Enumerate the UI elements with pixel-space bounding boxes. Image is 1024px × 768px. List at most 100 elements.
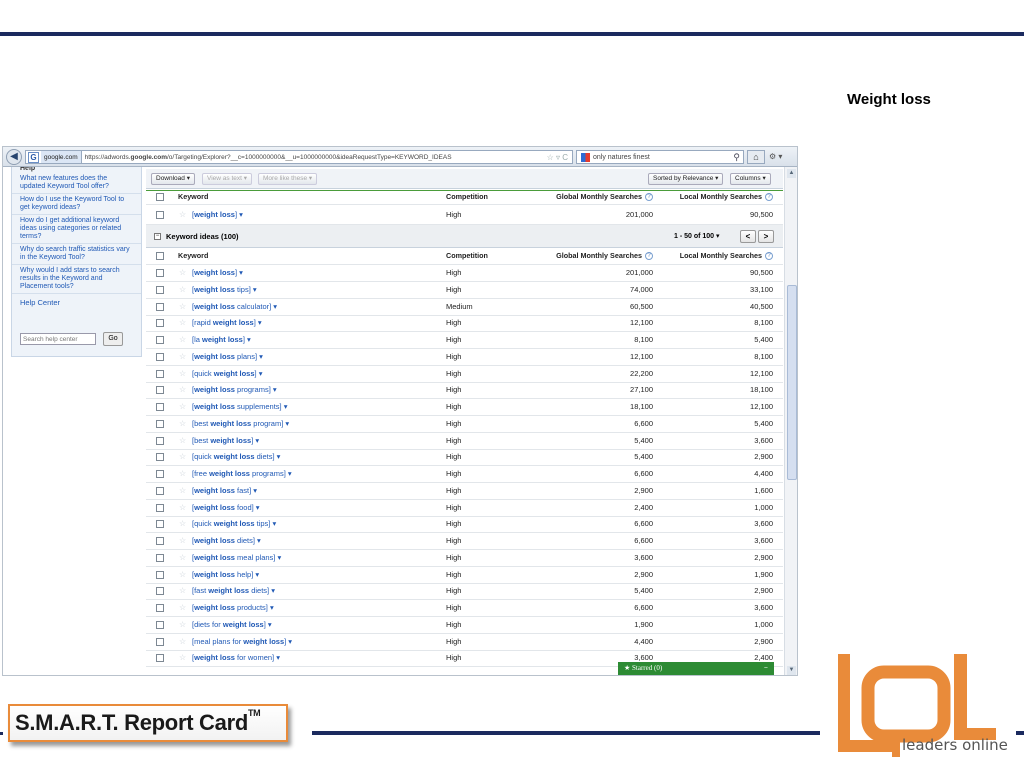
row-checkbox[interactable] <box>156 285 164 294</box>
row-checkbox[interactable] <box>156 453 164 462</box>
keyword-link[interactable]: [best weight loss program] ▾ <box>192 416 289 432</box>
star-icon[interactable]: ☆ <box>179 449 186 465</box>
keyword-link[interactable]: [weight loss products] ▾ <box>192 600 274 616</box>
row-checkbox[interactable] <box>156 386 164 395</box>
keyword-link[interactable]: [quick weight loss] ▾ <box>192 366 262 382</box>
keyword-link[interactable]: [best weight loss] ▾ <box>192 433 259 449</box>
star-icon[interactable]: ☆ <box>179 600 186 616</box>
keyword-link[interactable]: [weight loss calculator] ▾ <box>192 299 277 315</box>
browser-search-field[interactable]: only natures finest ⚲ <box>576 150 744 164</box>
row-checkbox[interactable] <box>156 654 164 663</box>
row-checkbox[interactable] <box>156 620 164 629</box>
star-icon[interactable]: ☆ <box>179 433 186 449</box>
keyword-link[interactable]: [weight loss supplements] ▾ <box>192 399 287 415</box>
row-checkbox[interactable] <box>156 637 164 646</box>
row-checkbox[interactable] <box>156 537 164 545</box>
row-checkbox[interactable] <box>156 436 164 445</box>
help-question-icon[interactable]: ? <box>645 252 653 261</box>
scroll-thumb[interactable] <box>787 285 797 480</box>
prev-page-button[interactable]: < <box>740 230 756 243</box>
keyword-link[interactable]: [weight loss] ▾ <box>192 205 243 225</box>
url-field[interactable]: Ggoogle.com https://adwords.google.com/o/… <box>25 150 573 164</box>
star-icon[interactable]: ☆ <box>179 366 186 382</box>
back-arrow-icon[interactable]: ◀ <box>6 149 22 165</box>
star-icon[interactable]: ☆ <box>179 416 186 432</box>
help-center-link[interactable]: Help Center <box>12 294 141 309</box>
row-checkbox[interactable] <box>156 570 164 579</box>
star-icon[interactable]: ☆ <box>179 205 186 225</box>
keyword-link[interactable]: [weight loss for women] ▾ <box>192 650 280 666</box>
competition-column-header[interactable]: Competition <box>446 248 488 264</box>
star-icon[interactable]: ☆ <box>179 466 186 482</box>
keyword-link[interactable]: [weight loss plans] ▾ <box>192 349 263 365</box>
star-icon[interactable]: ☆ <box>179 483 186 499</box>
row-checkbox[interactable] <box>156 336 164 344</box>
star-icon[interactable]: ☆ <box>179 500 186 516</box>
home-icon[interactable]: ⌂ <box>747 150 765 164</box>
star-icon[interactable]: ☆ <box>179 282 186 298</box>
row-checkbox[interactable] <box>156 319 164 328</box>
local-searches-column-header[interactable]: Local Monthly Searches? <box>680 248 773 264</box>
star-icon[interactable]: ☆ <box>179 299 186 315</box>
row-checkbox[interactable] <box>156 520 164 529</box>
help-link-categories[interactable]: How do I get additional keyword ideas us… <box>12 215 141 244</box>
search-icon[interactable]: ⚲ <box>733 151 740 164</box>
scroll-down-icon[interactable]: ▼ <box>787 666 796 675</box>
local-searches-column-header[interactable]: Local Monthly Searches? <box>680 190 773 204</box>
row-checkbox[interactable] <box>156 587 164 596</box>
keyword-column-header[interactable]: Keyword <box>178 190 208 204</box>
more-like-these-button[interactable]: More like these ▾ <box>258 173 318 185</box>
row-checkbox[interactable] <box>156 403 164 411</box>
star-icon[interactable]: ☆ <box>179 583 186 599</box>
toolbar-menu-icon[interactable]: ⚙ ▾ <box>769 150 795 164</box>
search-engine-icon[interactable] <box>581 152 590 162</box>
row-checkbox[interactable] <box>156 503 164 512</box>
global-searches-column-header[interactable]: Global Monthly Searches? <box>556 190 653 204</box>
scroll-up-icon[interactable]: ▲ <box>787 169 796 178</box>
row-checkbox[interactable] <box>156 302 164 311</box>
view-as-text-button[interactable]: View as text ▾ <box>202 173 252 185</box>
star-icon[interactable]: ☆ <box>179 382 186 398</box>
keyword-link[interactable]: [weight loss] ▾ <box>192 265 243 281</box>
row-checkbox[interactable] <box>156 470 164 478</box>
pagination-label[interactable]: 1 - 50 of 100 ▾ <box>674 225 720 248</box>
star-icon[interactable]: ☆ <box>179 567 186 583</box>
keyword-link[interactable]: [weight loss programs] ▾ <box>192 382 277 398</box>
competition-column-header[interactable]: Competition <box>446 190 488 204</box>
keyword-link[interactable]: [weight loss meal plans] ▾ <box>192 550 281 566</box>
help-question-icon[interactable]: ? <box>765 252 773 261</box>
columns-dropdown[interactable]: Columns ▾ <box>730 173 771 185</box>
keyword-link[interactable]: [quick weight loss diets] ▾ <box>192 449 280 465</box>
row-checkbox[interactable] <box>156 553 164 562</box>
keyword-link[interactable]: [meal plans for weight loss] ▾ <box>192 634 292 650</box>
star-icon[interactable]: ☆ <box>179 550 186 566</box>
bookmark-star-icon[interactable]: ☆ ▿ C <box>547 151 568 163</box>
keyword-column-header[interactable]: Keyword <box>178 248 208 264</box>
help-link-traffic-stats[interactable]: Why do search traffic statistics vary in… <box>12 244 141 265</box>
starred-panel[interactable]: ★ Starred (0) − <box>618 662 774 675</box>
help-link-stars[interactable]: Why would I add stars to search results … <box>12 265 141 294</box>
star-icon[interactable]: ☆ <box>179 332 186 348</box>
help-link-use-tool[interactable]: How do I use the Keyword Tool to get key… <box>12 194 141 215</box>
starred-collapse-button[interactable]: − <box>764 662 768 675</box>
star-icon[interactable]: ☆ <box>179 617 186 633</box>
star-icon[interactable]: ☆ <box>179 650 186 666</box>
keyword-link[interactable]: [weight loss food] ▾ <box>192 500 260 516</box>
select-all-checkbox[interactable] <box>156 252 164 260</box>
row-checkbox[interactable] <box>156 486 164 495</box>
row-checkbox[interactable] <box>156 419 164 428</box>
keyword-link[interactable]: [free weight loss programs] ▾ <box>192 466 292 482</box>
star-icon[interactable]: ☆ <box>179 349 186 365</box>
keyword-link[interactable]: [weight loss help] ▾ <box>192 567 259 583</box>
keyword-link[interactable]: [weight loss fast] ▾ <box>192 483 257 499</box>
help-link-new-features[interactable]: What new features does the updated Keywo… <box>12 173 141 194</box>
keyword-link[interactable]: [weight loss diets] ▾ <box>192 533 261 549</box>
select-all-checkbox[interactable] <box>156 193 164 201</box>
keyword-link[interactable]: [weight loss tips] ▾ <box>192 282 257 298</box>
keyword-link[interactable]: [la weight loss] ▾ <box>192 332 251 348</box>
next-page-button[interactable]: > <box>758 230 774 243</box>
keyword-link[interactable]: [diets for weight loss] ▾ <box>192 617 272 633</box>
help-question-icon[interactable]: ? <box>645 193 653 202</box>
row-checkbox[interactable] <box>156 352 164 361</box>
help-go-button[interactable]: Go <box>103 332 123 346</box>
